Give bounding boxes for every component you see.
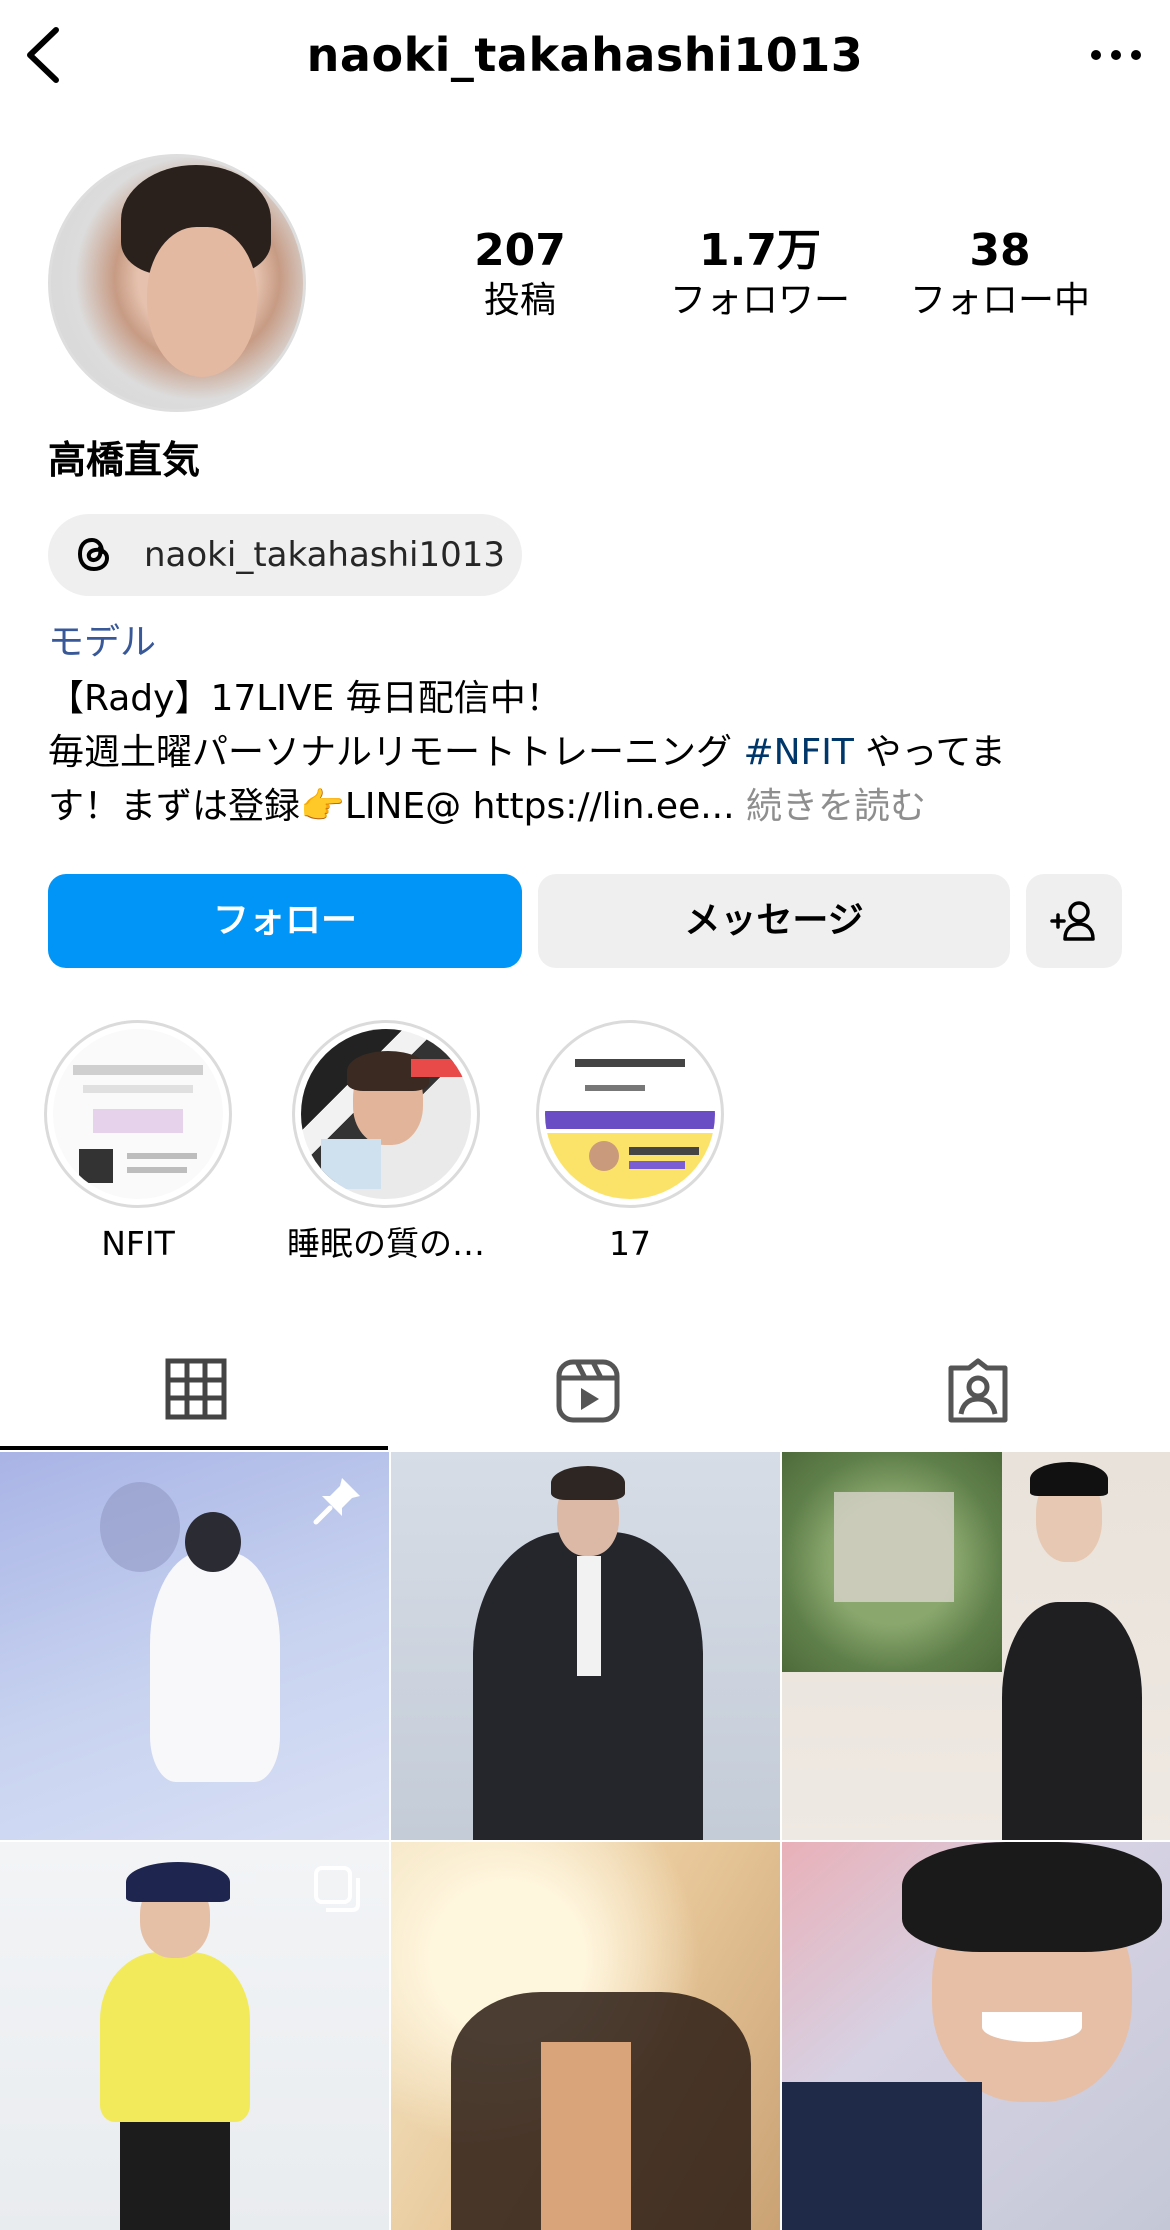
highlight-nfit[interactable]: NFIT [38,1020,238,1266]
bio-line-1: 【Rady】17LIVE 毎日配信中！ [48,678,562,719]
profile-avatar[interactable] [48,154,306,412]
pin-icon [313,1478,360,1525]
suggested-users-button[interactable] [1026,874,1122,968]
post-thumbnail[interactable] [0,1842,389,2230]
post-thumbnail[interactable] [391,1452,780,1840]
bio-line-3: す！まずは登録👉LINE@ https://lin.ee... 続きを読む [48,780,926,834]
reels-icon [556,1359,620,1423]
post-thumbnail[interactable] [0,1452,389,1840]
highlight-sleep[interactable]: 睡眠の質の… [286,1020,486,1266]
post-thumbnail[interactable] [391,1842,780,2230]
grid-icon [165,1358,227,1420]
post-thumbnail[interactable] [782,1842,1170,2230]
stat-followers[interactable]: 1.7万 フォロワー [660,224,860,324]
bio-text: 毎週土曜パーソナルリモートトレーニング [48,732,744,773]
stat-posts[interactable]: 207 投稿 [470,224,570,324]
carousel-icon [314,1866,360,1912]
more-options-button[interactable] [1084,30,1148,80]
tab-tagged[interactable] [780,1330,1170,1452]
threads-handle: naoki_takahashi1013 [144,535,506,575]
follow-button[interactable]: フォロー [48,874,522,968]
header-username: naoki_takahashi1013 [306,28,864,82]
stat-followers-count: 1.7万 [699,225,821,276]
post-thumbnail[interactable] [782,1452,1170,1840]
stat-posts-label: 投稿 [483,280,556,321]
stat-following-count: 38 [969,225,1031,276]
highlight-cover [536,1020,724,1208]
bio-line-2: 毎週土曜パーソナルリモートトレーニング #NFIT やってま [48,726,1006,780]
tab-reels[interactable] [390,1330,780,1452]
stat-posts-count: 207 [474,225,566,276]
add-user-icon [1050,901,1095,941]
bio-text: やってま [853,732,1006,773]
profile-category: モデル [48,622,157,663]
profile-tab-bar [0,1330,1170,1452]
display-name: 高橋直気 [48,438,201,482]
more-horizontal-icon [1091,50,1141,60]
threads-icon [77,537,110,572]
threads-link[interactable]: naoki_takahashi1013 [48,514,522,596]
highlight-cover [292,1020,480,1208]
stat-following-label: フォロー中 [909,280,1090,321]
bio-hashtag-link[interactable]: #NFIT [743,732,853,773]
message-button[interactable]: メッセージ [538,874,1010,968]
tagged-user-icon [948,1358,1008,1423]
highlight-label: 17 [609,1224,651,1263]
bio-text: す！まずは登録👉LINE@ https://lin.ee... [48,786,735,827]
bio-read-more-link[interactable]: 続きを読む [735,786,926,827]
tab-posts-grid[interactable] [0,1330,390,1452]
highlight-label: NFIT [101,1224,175,1263]
active-tab-indicator [0,1446,388,1450]
highlight-cover [44,1020,232,1208]
stat-followers-label: フォロワー [669,280,850,321]
highlight-17[interactable]: 17 [530,1020,730,1266]
highlight-label: 睡眠の質の… [287,1224,485,1263]
stat-following[interactable]: 38 フォロー中 [900,224,1100,324]
